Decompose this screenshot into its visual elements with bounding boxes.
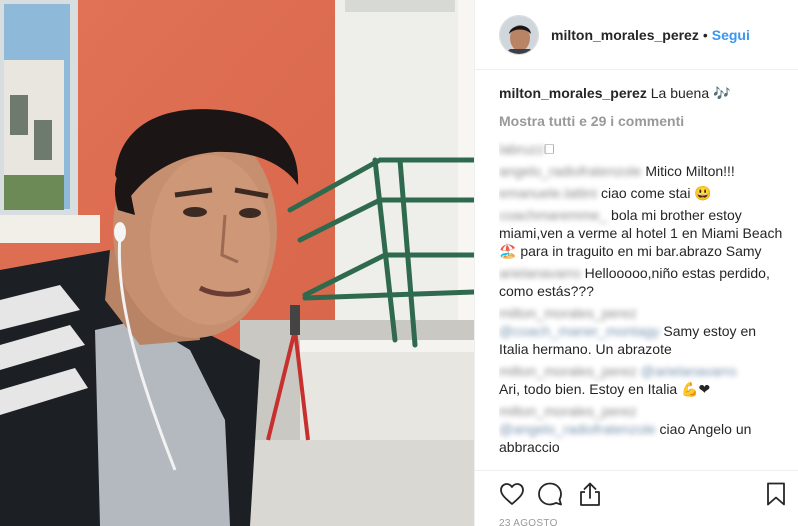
comment-item: labruzz🗆: [499, 140, 789, 158]
heart-icon: [500, 483, 524, 505]
comment-item: milton_morales_perez @arielanavarro Ari, …: [499, 362, 789, 398]
comment-text: Mitico Milton!!!: [645, 163, 735, 179]
like-button[interactable]: [499, 481, 525, 507]
comment-mention[interactable]: @coach_maner_montagy: [499, 323, 660, 339]
comment-item: milton_morales_perez @angelo_radiofraten…: [499, 402, 789, 456]
comment-username[interactable]: labruzz: [499, 141, 544, 157]
comment-text: ciao come stai 😃: [600, 185, 712, 201]
comment-text: 🗆: [544, 141, 555, 157]
comment-username[interactable]: emanuele.lattini: [499, 185, 597, 201]
view-all-comments-link[interactable]: Mostra tutti e 29 i commenti: [499, 112, 789, 130]
comment-username[interactable]: milton_morales_perez: [499, 305, 637, 321]
follow-button[interactable]: Segui: [712, 27, 750, 43]
caption-text: La buena 🎶: [646, 85, 731, 101]
post-date[interactable]: 23 AGOSTO: [499, 518, 558, 526]
post-photo[interactable]: [0, 0, 474, 526]
post-sidebar: milton_morales_perez • Segui milton_mora…: [474, 0, 798, 526]
bookmark-icon: [767, 482, 785, 506]
comment-username[interactable]: arielanavarro: [499, 265, 581, 281]
comment-mention[interactable]: @arielanavarro: [641, 363, 737, 379]
comment-username[interactable]: angelo_radiofratenzole: [499, 163, 641, 179]
comments-list[interactable]: milton_morales_perez La buena 🎶 Mostra t…: [499, 84, 789, 469]
header-separator: •: [702, 26, 708, 43]
comment-username[interactable]: milton_morales_perez: [499, 363, 637, 379]
share-button[interactable]: [577, 481, 603, 507]
save-button[interactable]: [763, 481, 789, 507]
selfie-image: [0, 0, 474, 526]
comment-text: Ari, todo bien. Estoy en Italia 💪❤: [499, 381, 711, 397]
action-bar: [475, 470, 798, 516]
comment-item: emanuele.lattini ciao come stai 😃: [499, 184, 789, 202]
comment-icon: [538, 482, 562, 506]
comment-item: angelo_radiofratenzole Mitico Milton!!!: [499, 162, 789, 180]
avatar[interactable]: [499, 14, 539, 55]
post-header: milton_morales_perez • Segui: [475, 0, 798, 70]
header-username[interactable]: milton_morales_perez: [551, 27, 699, 43]
comment-username[interactable]: coachmaremme_: [499, 207, 607, 223]
comment-username[interactable]: milton_morales_perez: [499, 403, 637, 419]
comment-button[interactable]: [537, 481, 563, 507]
comment-item: coachmaremme_ bola mi brother estoy miam…: [499, 206, 789, 260]
share-icon: [580, 482, 600, 506]
comment-mention[interactable]: @angelo_radiofratenzole: [499, 421, 656, 437]
comment-item: arielanavarro Hellooooo,niño estas perdi…: [499, 264, 789, 300]
caption-username[interactable]: milton_morales_perez: [499, 85, 647, 101]
caption: milton_morales_perez La buena 🎶: [499, 84, 789, 102]
comment-item: milton_morales_perez @coach_maner_montag…: [499, 304, 789, 358]
